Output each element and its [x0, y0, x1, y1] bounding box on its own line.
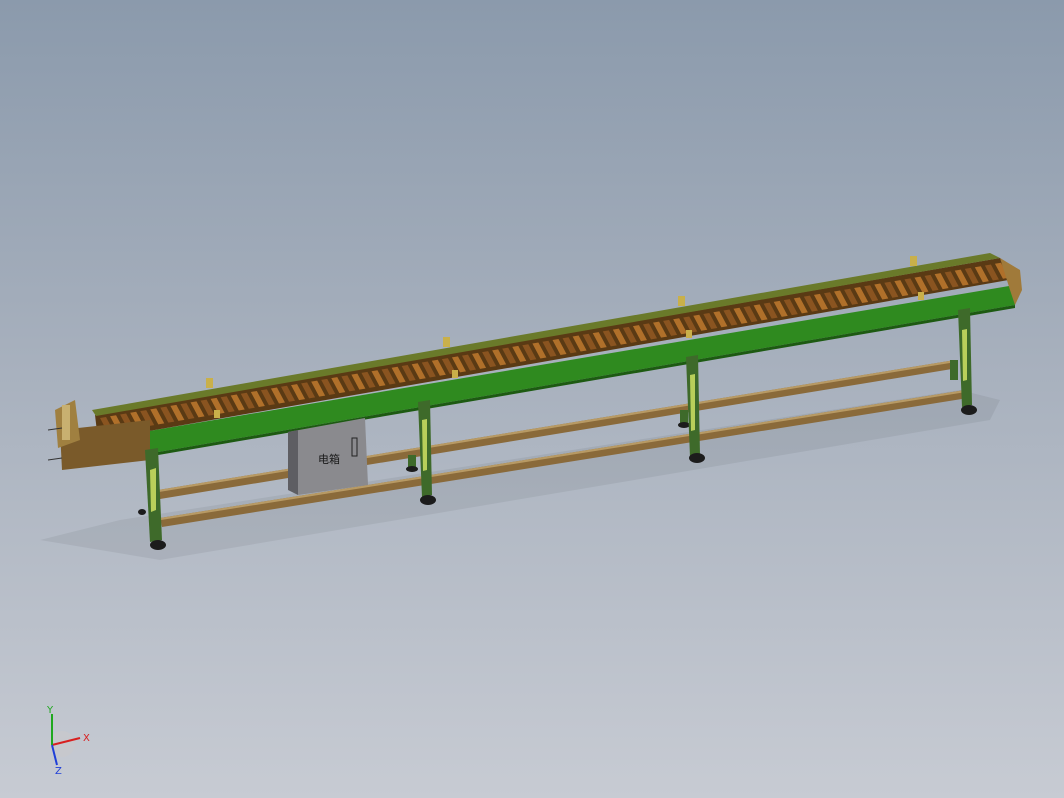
conveyor-model[interactable]: 电箱 X Y Z	[0, 0, 1064, 798]
cad-viewport[interactable]: 电箱 X Y Z	[0, 0, 1064, 798]
z-axis-label: Z	[55, 766, 62, 777]
x-axis-label: X	[83, 733, 90, 744]
y-axis-label: Y	[46, 705, 54, 716]
cabinet-label: 电箱	[318, 452, 340, 466]
top-guide-rail	[92, 253, 1000, 416]
axis-triad: X Y Z	[46, 705, 90, 777]
